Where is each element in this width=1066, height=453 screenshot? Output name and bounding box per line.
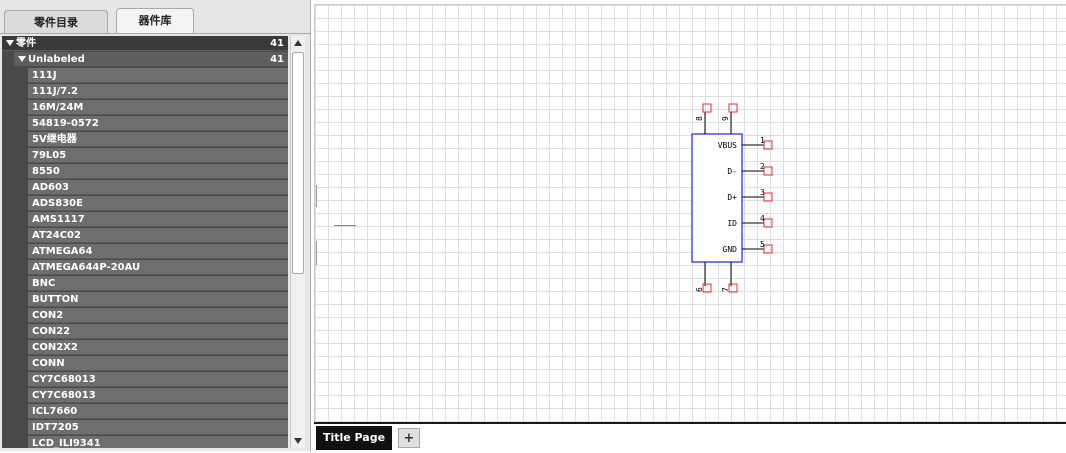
tree-item[interactable]: CON22 bbox=[28, 324, 288, 339]
tree-item[interactable]: 111J/7.2 bbox=[28, 84, 288, 99]
tree-item[interactable]: CON2 bbox=[28, 308, 288, 323]
pin-number: 6 bbox=[695, 287, 704, 292]
schematic-canvas[interactable]: 1 VBUS 2 D- 3 D+ 4 ID 5 GND 8 9 6 7 bbox=[314, 4, 1066, 423]
tree-root-count: 41 bbox=[270, 38, 284, 49]
tree-item[interactable]: 8550 bbox=[28, 164, 288, 179]
tree-item[interactable]: IDT7205 bbox=[28, 420, 288, 435]
pin-endpoint bbox=[763, 192, 773, 202]
page-tab-bar: Title Page + bbox=[314, 422, 1066, 453]
pin-name: GND bbox=[723, 245, 738, 254]
canvas-edge-marks bbox=[316, 185, 318, 265]
pin-endpoint bbox=[702, 103, 712, 113]
tree-root-label: 零件 bbox=[16, 38, 36, 49]
tree-item[interactable]: 111J bbox=[28, 68, 288, 83]
pin-number: 3 bbox=[760, 188, 765, 197]
tree-group-label: Unlabeled bbox=[28, 54, 85, 65]
tree-item[interactable]: ATMEGA644P-20AU bbox=[28, 260, 288, 275]
pin-endpoint bbox=[763, 140, 773, 150]
scroll-up-arrow-icon[interactable] bbox=[294, 40, 302, 46]
expand-triangle-icon[interactable] bbox=[18, 56, 26, 62]
pin-number: 1 bbox=[760, 136, 765, 145]
tree-item[interactable]: AD603 bbox=[28, 180, 288, 195]
tree-item[interactable]: ICL7660 bbox=[28, 404, 288, 419]
tab-component-library[interactable]: 器件库 bbox=[116, 8, 194, 34]
tree-item[interactable]: ADS830E bbox=[28, 196, 288, 211]
tree-item[interactable]: CY7C68013 bbox=[28, 388, 288, 403]
tree-item[interactable]: AMS1117 bbox=[28, 212, 288, 227]
tree-item[interactable]: CY7C68013 bbox=[28, 372, 288, 387]
tree-group-row[interactable]: Unlabeled 41 bbox=[14, 52, 288, 67]
canvas-stray-wire bbox=[334, 225, 356, 226]
pin-name: D+ bbox=[727, 193, 737, 202]
pin-number: 2 bbox=[760, 162, 765, 171]
pin-number: 7 bbox=[721, 287, 730, 292]
tree-item[interactable]: LCD_ILI9341 bbox=[28, 436, 288, 448]
tab-divider bbox=[0, 33, 310, 34]
tree-item[interactable]: 5V继电器 bbox=[28, 132, 288, 147]
pin-number: 9 bbox=[721, 116, 730, 121]
pin-endpoint bbox=[763, 244, 773, 254]
tree-item[interactable]: 54819-0572 bbox=[28, 116, 288, 131]
tab-parts-directory[interactable]: 零件目录 bbox=[4, 10, 108, 33]
pin-endpoint bbox=[763, 166, 773, 176]
tree-item[interactable]: 79L05 bbox=[28, 148, 288, 163]
pin-number: 5 bbox=[760, 240, 765, 249]
scroll-thumb[interactable] bbox=[292, 52, 304, 274]
tree-group-count: 41 bbox=[270, 54, 284, 65]
expand-triangle-icon[interactable] bbox=[6, 40, 14, 46]
panel-tabs: 零件目录 器件库 bbox=[0, 0, 310, 36]
pin-endpoint bbox=[763, 218, 773, 228]
tree-item[interactable]: BNC bbox=[28, 276, 288, 291]
tree-item[interactable]: ATMEGA64 bbox=[28, 244, 288, 259]
pin-endpoint bbox=[702, 283, 712, 293]
pin-name: D- bbox=[727, 167, 737, 176]
component-tree: 零件 41 Unlabeled 41 111J 111J/7.2 16M/24M 54… bbox=[2, 36, 288, 448]
tab-title-page[interactable]: Title Page bbox=[316, 426, 392, 450]
pin-number: 4 bbox=[760, 214, 765, 223]
pin-name: VBUS bbox=[718, 141, 737, 150]
tree-item[interactable]: AT24C02 bbox=[28, 228, 288, 243]
add-page-button[interactable]: + bbox=[398, 428, 420, 448]
tree-item[interactable]: CON2X2 bbox=[28, 340, 288, 355]
tree-scrollbar[interactable] bbox=[290, 36, 305, 448]
scroll-down-arrow-icon[interactable] bbox=[294, 438, 302, 444]
tree-item[interactable]: CONN bbox=[28, 356, 288, 371]
left-panel: 零件目录 器件库 零件 41 Unlabeled 41 111J 111J/7.2… bbox=[0, 0, 311, 451]
pin-endpoint bbox=[728, 103, 738, 113]
usb-connector-symbol[interactable]: 1 VBUS 2 D- 3 D+ 4 ID 5 GND 8 9 6 7 bbox=[315, 5, 1066, 423]
pin-number: 8 bbox=[695, 116, 704, 121]
tree-root-row[interactable]: 零件 41 bbox=[2, 36, 288, 51]
tree-item[interactable]: 16M/24M bbox=[28, 100, 288, 115]
pin-name: ID bbox=[727, 219, 737, 228]
tree-item[interactable]: BUTTON bbox=[28, 292, 288, 307]
pin-endpoint bbox=[728, 283, 738, 293]
